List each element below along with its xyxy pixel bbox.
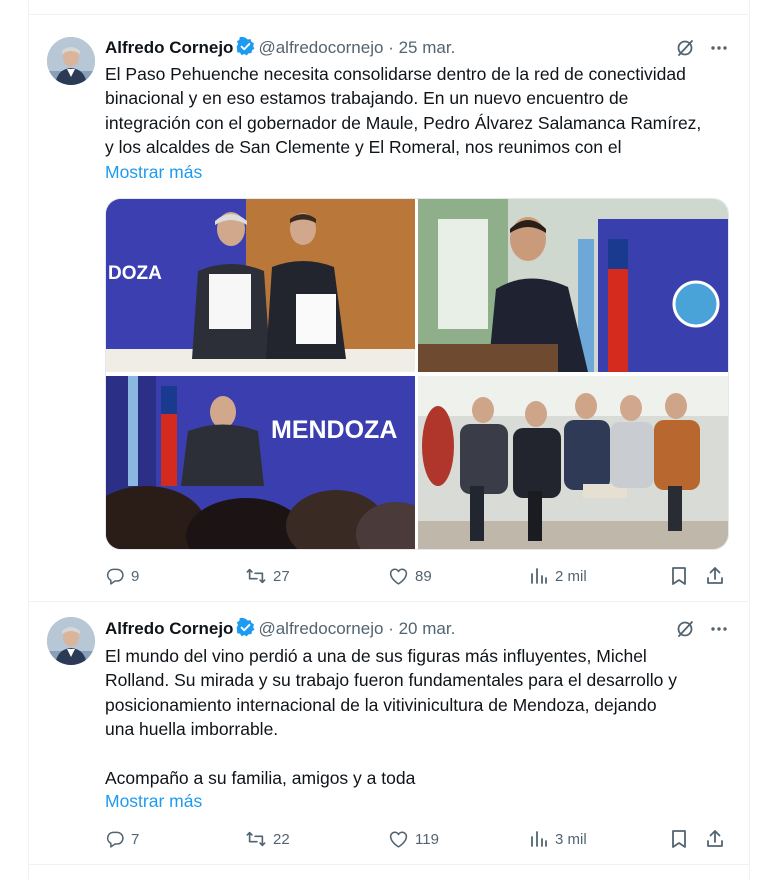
- tweet-date[interactable]: 25 mar.: [399, 38, 456, 57]
- share-button[interactable]: [705, 564, 725, 588]
- more-icon[interactable]: [709, 38, 729, 58]
- like-count: 119: [415, 830, 439, 848]
- avatar[interactable]: [47, 617, 95, 665]
- header-actions: [675, 37, 729, 59]
- tweet-header: Alfredo Cornejo @alfredocornejo · 20 mar.: [105, 617, 733, 640]
- tweet-text: El mundo del vino perdió a una de sus fi…: [105, 644, 733, 790]
- views-count: 2 mil: [555, 567, 587, 585]
- author-name[interactable]: Alfredo Cornejo: [105, 38, 233, 57]
- tweet-text-line: El Paso Pehuenche necesita consolidarse …: [105, 64, 686, 84]
- views-count: 3 mil: [555, 830, 587, 848]
- views-button[interactable]: 3 mil: [529, 827, 587, 851]
- grok-icon[interactable]: [675, 38, 695, 58]
- grok-icon[interactable]: [675, 619, 695, 639]
- tweet-header: Alfredo Cornejo @alfredocornejo · 25 mar.: [105, 36, 733, 59]
- avatar-photo: [47, 37, 95, 85]
- like-button[interactable]: 89: [388, 564, 432, 588]
- reply-button[interactable]: 7: [105, 827, 139, 851]
- share-button[interactable]: [705, 827, 725, 851]
- views-icon: [529, 829, 549, 849]
- reply-count: 7: [131, 830, 140, 848]
- media-photo-speech[interactable]: [418, 199, 728, 372]
- repost-button[interactable]: 22: [245, 827, 290, 851]
- repost-icon: [245, 566, 267, 586]
- reply-icon: [105, 829, 125, 849]
- tweet-text-line: Acompaño a su familia, amigos y a toda: [105, 768, 416, 789]
- reply-icon: [105, 566, 125, 586]
- tweet-text-line: y los alcaldes de San Clemente y El Rome…: [105, 137, 622, 158]
- author-handle[interactable]: @alfredocornejo: [258, 619, 383, 638]
- repost-button[interactable]: 27: [245, 564, 290, 588]
- bookmark-icon: [670, 829, 688, 849]
- author-name[interactable]: Alfredo Cornejo: [105, 619, 233, 638]
- header-separator: ·: [388, 38, 394, 57]
- tweet-text-line: Rolland. Su mirada y su trabajo fueron f…: [105, 670, 677, 691]
- avatar-photo: [47, 617, 95, 665]
- tweet-actions: 9 27 89 2 mil: [105, 564, 733, 588]
- more-icon[interactable]: [709, 619, 729, 639]
- bookmark-button[interactable]: [670, 564, 688, 588]
- tweet-date[interactable]: 20 mar.: [399, 619, 456, 638]
- media-photo-signing[interactable]: DOZA: [106, 199, 415, 372]
- bookmark-button[interactable]: [670, 827, 688, 851]
- like-icon: [388, 829, 409, 849]
- tweet-text-line: posicionamiento internacional de la viti…: [105, 694, 657, 715]
- verified-badge-icon: [236, 36, 255, 56]
- banner-text: DOZA: [108, 263, 162, 284]
- repost-count: 27: [273, 567, 290, 585]
- tweet-text-line: binacional y en eso estamos trabajando. …: [105, 88, 629, 109]
- tweet-text-line: El mundo del vino perdió a una de sus fi…: [105, 646, 647, 666]
- tweet-text-line: integración con el gobernador de Maule, …: [105, 112, 702, 133]
- tweet[interactable]: Alfredo Cornejo @alfredocornejo · 20 mar.…: [29, 602, 749, 864]
- timeline: Alfredo Cornejo @alfredocornejo · 25 mar.…: [28, 0, 750, 880]
- like-button[interactable]: 119: [388, 827, 439, 851]
- verified-badge-icon: [236, 617, 255, 637]
- reply-count: 9: [131, 567, 140, 585]
- repost-icon: [245, 829, 267, 849]
- header-separator: ·: [388, 619, 394, 638]
- reply-button[interactable]: 9: [105, 564, 139, 588]
- avatar[interactable]: [47, 37, 95, 85]
- tweet-text: El Paso Pehuenche necesita consolidarse …: [105, 62, 733, 160]
- bookmark-icon: [670, 566, 688, 586]
- tweet-media-grid[interactable]: DOZA MENDOZA: [105, 198, 729, 550]
- media-photo-event[interactable]: MENDOZA: [106, 376, 415, 549]
- divider: [29, 864, 749, 865]
- tweet-actions: 7 22 119 3 mil: [105, 827, 733, 851]
- tweet-text-blank-line: [105, 742, 733, 766]
- views-icon: [529, 566, 549, 586]
- like-count: 89: [415, 567, 432, 585]
- tweet-text-line: una huella imborrable.: [105, 719, 279, 740]
- media-photo-meeting[interactable]: [418, 376, 728, 549]
- show-more-link[interactable]: Mostrar más: [105, 160, 202, 184]
- share-icon: [705, 829, 725, 849]
- like-icon: [388, 566, 409, 586]
- tweet[interactable]: Alfredo Cornejo @alfredocornejo · 25 mar.…: [29, 15, 749, 601]
- banner-text: MENDOZA: [271, 416, 397, 444]
- header-actions: [675, 618, 729, 640]
- repost-count: 22: [273, 830, 290, 848]
- views-button[interactable]: 2 mil: [529, 564, 587, 588]
- show-more-link[interactable]: Mostrar más: [105, 789, 202, 813]
- author-handle[interactable]: @alfredocornejo: [258, 38, 383, 57]
- share-icon: [705, 566, 725, 586]
